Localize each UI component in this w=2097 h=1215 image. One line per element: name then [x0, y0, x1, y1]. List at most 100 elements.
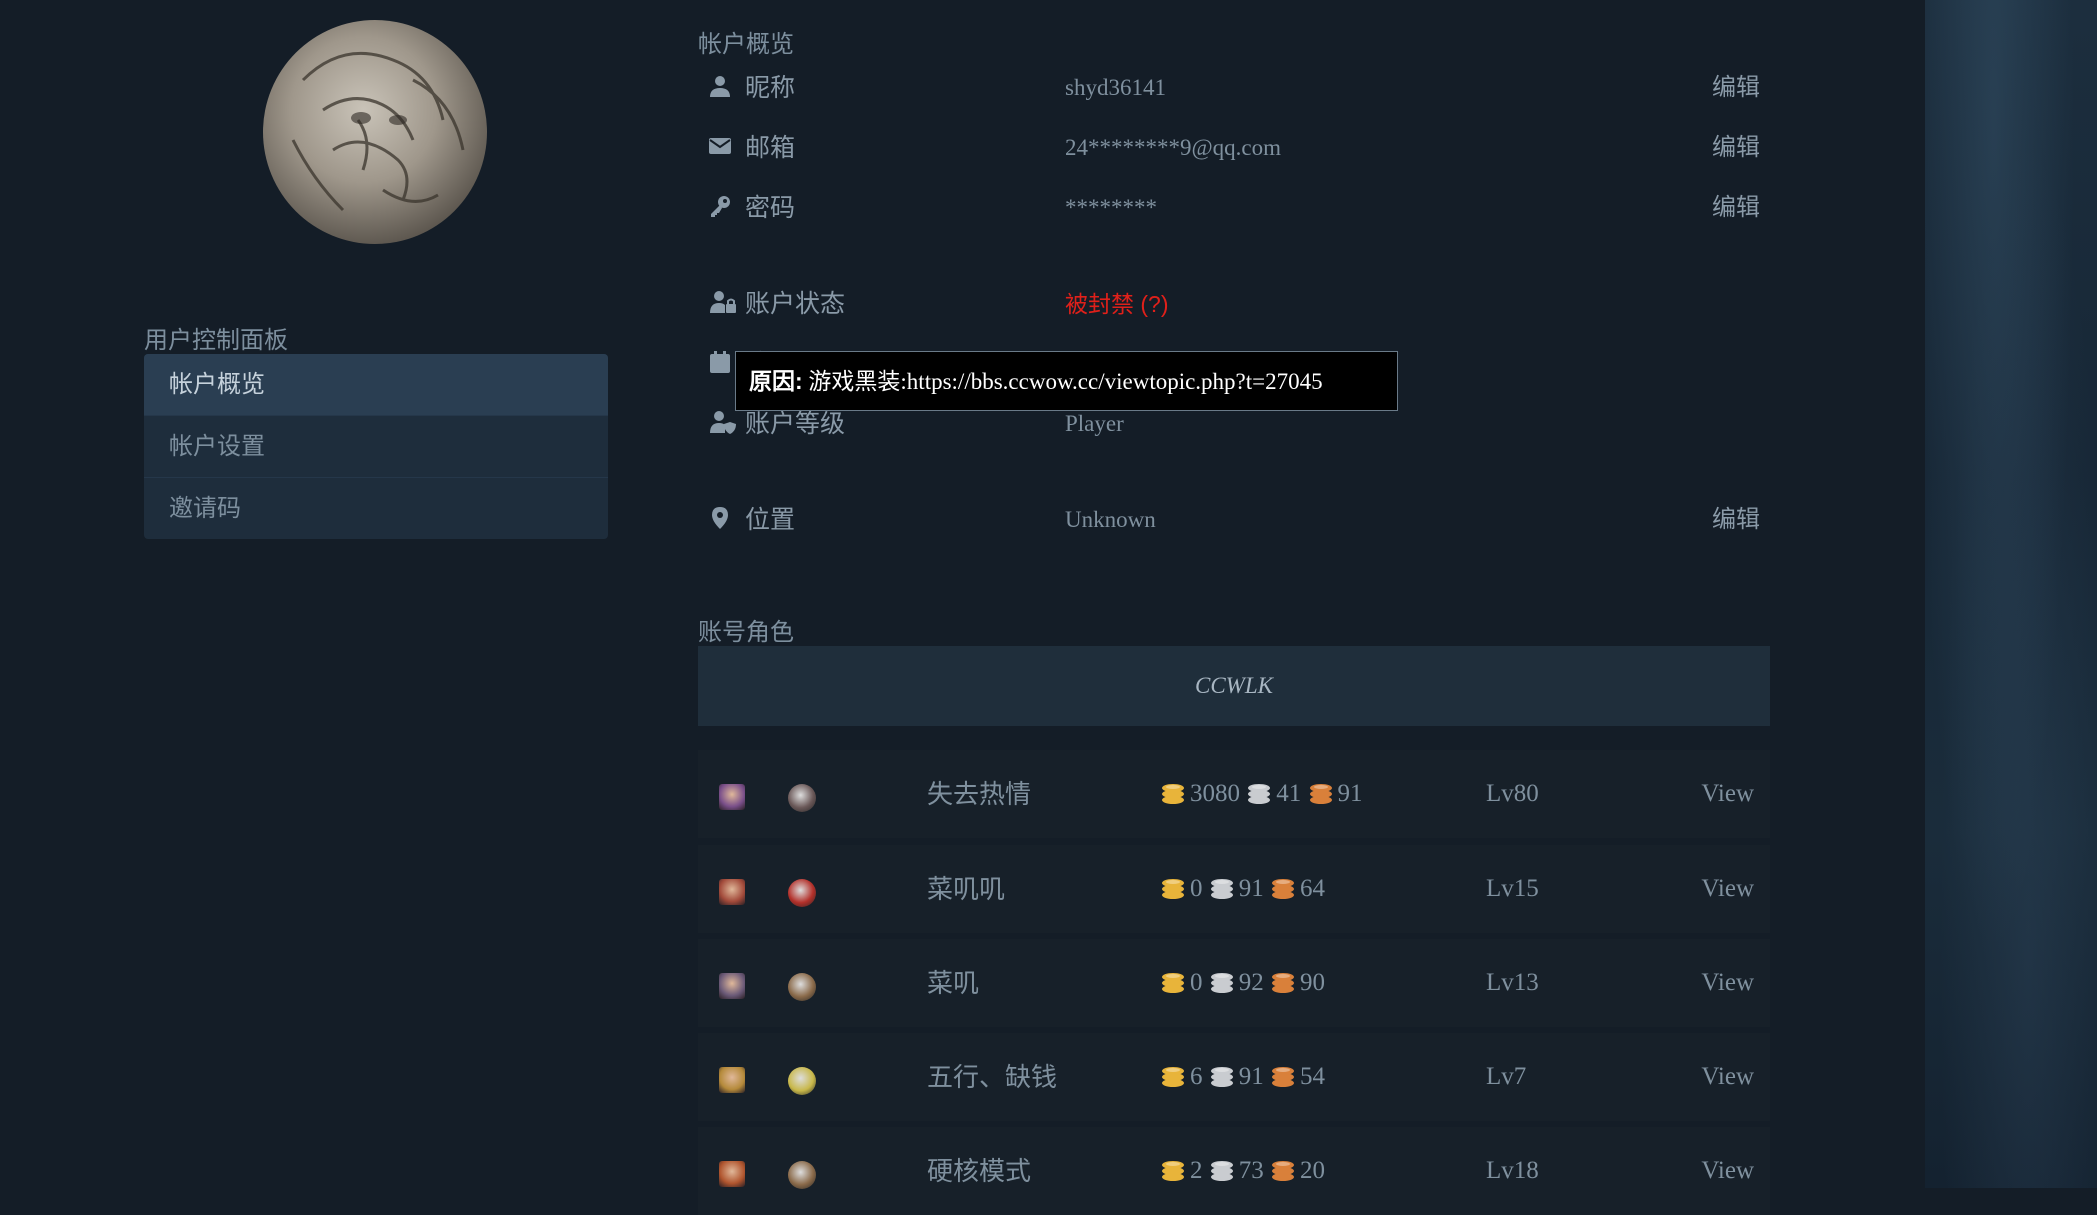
character-level: Lv80 [1486, 780, 1539, 807]
sidebar-menu: 帐户概览 帐户设置 邀请码 [144, 354, 608, 539]
view-character-link[interactable]: View [1701, 1127, 1754, 1215]
character-level: Lv18 [1486, 1157, 1539, 1184]
password-value: ******** [1065, 195, 1157, 220]
characters-title: 账号角色 [698, 619, 794, 646]
character-row: 硬核模式 2 73 20 Lv18 View [698, 1127, 1770, 1215]
user-lock-icon [710, 291, 736, 313]
overview-title: 帐户概览 [698, 31, 794, 58]
edit-email-button[interactable]: 编辑 [1712, 128, 1760, 168]
location-label: 位置 [745, 506, 796, 534]
edit-location-button[interactable]: 编辑 [1712, 500, 1760, 540]
race-icon [719, 784, 745, 810]
silver-coin-icon [1209, 969, 1239, 996]
gold-coin-icon [1160, 1157, 1190, 1184]
copper-amount: 54 [1300, 1063, 1325, 1090]
view-character-link[interactable]: View [1701, 939, 1754, 1027]
password-label: 密码 [745, 194, 796, 222]
email-value: 24********9@qq.com [1065, 135, 1282, 160]
user-shield-icon [710, 411, 736, 434]
email-row: 邮箱 24********9@qq.com 编辑 [708, 128, 1760, 168]
status-banned-value[interactable]: 被封禁 (?) [1065, 284, 1169, 324]
silver-amount: 91 [1238, 875, 1264, 902]
copper-amount: 90 [1300, 969, 1325, 996]
view-character-link[interactable]: View [1701, 1033, 1754, 1121]
status-row: 账户状态 被封禁 (?) [708, 284, 1760, 324]
view-character-link[interactable]: View [1701, 845, 1754, 933]
nickname-value: shyd36141 [1065, 75, 1166, 100]
character-row: 菜叽叽 0 91 64 Lv15 View [698, 845, 1770, 933]
user-icon [710, 76, 730, 97]
gold-coin-icon [1160, 1063, 1190, 1090]
character-level: Lv7 [1486, 1063, 1527, 1090]
ban-reason-tooltip: 原因: 游戏黑装:https://bbs.ccwow.cc/viewtopic.… [735, 351, 1398, 411]
gold-amount: 0 [1190, 969, 1203, 996]
tooltip-prefix: 原因: [749, 368, 803, 394]
copper-coin-icon [1308, 780, 1338, 807]
nickname-row: 昵称 shyd36141 编辑 [708, 68, 1760, 108]
gold-coin-icon [1160, 875, 1190, 902]
edit-password-button[interactable]: 编辑 [1712, 188, 1760, 228]
realm-header: CCWLK [698, 646, 1770, 726]
silver-amount: 91 [1238, 1063, 1264, 1090]
nickname-label: 昵称 [745, 74, 796, 102]
character-money: 0 91 64 [1160, 845, 1325, 933]
character-money: 0 92 90 [1160, 939, 1325, 1027]
edit-nickname-button[interactable]: 编辑 [1712, 68, 1760, 108]
gold-coin-icon [1160, 969, 1190, 996]
location-row: 位置 Unknown 编辑 [708, 500, 1760, 540]
character-name: 菜叽 [927, 968, 980, 998]
copper-amount: 20 [1300, 1157, 1325, 1184]
calendar-icon [710, 351, 730, 373]
location-value: Unknown [1065, 507, 1156, 532]
character-name: 菜叽叽 [927, 874, 1006, 904]
character-money: 2 73 20 [1160, 1127, 1325, 1215]
silver-coin-icon [1209, 875, 1239, 902]
gold-amount: 6 [1190, 1063, 1203, 1090]
silver-coin-icon [1209, 1063, 1239, 1090]
silver-amount: 73 [1238, 1157, 1264, 1184]
sidebar-item-invite-code[interactable]: 邀请码 [144, 478, 608, 539]
silver-coin-icon [1246, 780, 1276, 807]
copper-amount: 91 [1337, 780, 1363, 807]
silver-amount: 92 [1238, 969, 1264, 996]
password-row: 密码 ******** 编辑 [708, 188, 1760, 228]
character-name: 失去热情 [927, 779, 1032, 809]
race-icon [719, 879, 745, 905]
class-icon [788, 1067, 816, 1095]
map-pin-icon [712, 507, 728, 529]
class-icon [788, 1161, 816, 1189]
race-icon [719, 973, 745, 999]
copper-coin-icon [1270, 1063, 1300, 1090]
gold-amount: 3080 [1190, 780, 1240, 807]
character-money: 3080 41 91 [1160, 750, 1363, 838]
sidebar-item-overview[interactable]: 帐户概览 [144, 354, 608, 416]
gold-amount: 0 [1190, 875, 1203, 902]
character-name: 硬核模式 [927, 1156, 1032, 1186]
silver-amount: 41 [1276, 780, 1302, 807]
race-icon [719, 1161, 745, 1187]
gold-amount: 2 [1190, 1157, 1203, 1184]
sidebar-item-settings[interactable]: 帐户设置 [144, 416, 608, 478]
class-icon [788, 784, 816, 812]
copper-coin-icon [1270, 875, 1300, 902]
status-label: 账户状态 [745, 290, 846, 318]
silver-coin-icon [1209, 1157, 1239, 1184]
tooltip-text: 游戏黑装:https://bbs.ccwow.cc/viewtopic.php?… [808, 369, 1323, 394]
character-row: 菜叽 0 92 90 Lv13 View [698, 939, 1770, 1027]
race-icon [719, 1067, 745, 1093]
character-level: Lv13 [1486, 969, 1539, 996]
envelope-icon [709, 138, 731, 154]
copper-coin-icon [1270, 969, 1300, 996]
copper-amount: 64 [1300, 875, 1325, 902]
character-name: 五行、缺钱 [927, 1062, 1058, 1092]
character-row: 失去热情 3080 41 91 Lv80 View [698, 750, 1770, 838]
gold-coin-icon [1160, 780, 1190, 807]
class-icon [788, 973, 816, 1001]
class-icon [788, 879, 816, 907]
view-character-link[interactable]: View [1701, 750, 1754, 838]
background-art [1925, 0, 2097, 1188]
email-label: 邮箱 [745, 134, 796, 162]
panel-title: 用户控制面板 [144, 327, 288, 354]
character-money: 6 91 54 [1160, 1033, 1325, 1121]
character-row: 五行、缺钱 6 91 54 Lv7 View [698, 1033, 1770, 1121]
